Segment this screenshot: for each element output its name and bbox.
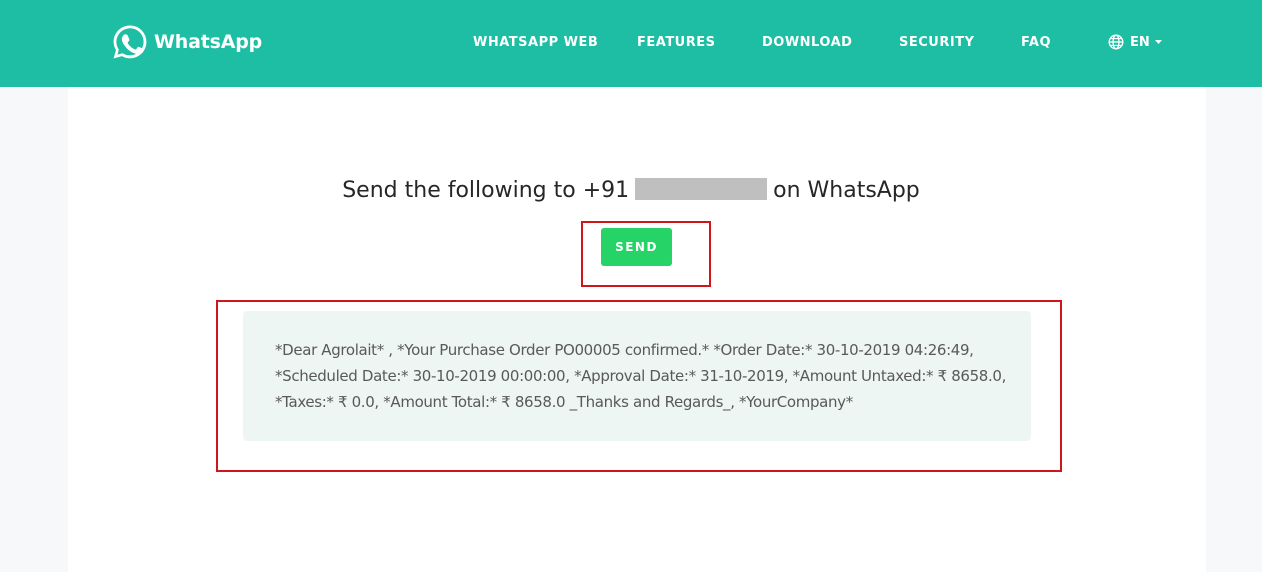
message-line: *Taxes:* ₹ 0.0, *Amount Total:* ₹ 8658.0… [275,393,853,411]
title-prefix: Send the following to +91 [342,178,630,203]
redacted-phone-number [635,178,768,200]
top-navbar: WhatsApp WHATSAPP WEB FEATURES DOWNLOAD … [0,0,1262,87]
title-suffix: on WhatsApp [773,178,920,203]
language-selector[interactable]: EN [1108,33,1162,51]
language-label: EN [1130,34,1150,50]
send-button[interactable]: SEND [601,228,672,266]
message-line: *Scheduled Date:* 30-10-2019 00:00:00, *… [275,367,1007,385]
nav-faq[interactable]: FAQ [1021,35,1051,51]
message-line: *Dear Agrolait* , *Your Purchase Order P… [275,341,974,359]
caret-down-icon [1154,40,1162,44]
whatsapp-logo-icon [113,25,147,59]
whatsapp-logo-link[interactable]: WhatsApp [111,23,262,61]
brand-name: WhatsApp [154,31,263,53]
nav-download[interactable]: DOWNLOAD [762,35,852,51]
nav-whatsapp-web[interactable]: WHATSAPP WEB [473,35,598,51]
nav-security[interactable]: SECURITY [899,35,974,51]
nav-features[interactable]: FEATURES [637,35,716,51]
globe-icon [1108,34,1124,50]
message-preview: *Dear Agrolait* , *Your Purchase Order P… [243,311,1031,441]
page-title: Send the following to +91 on WhatsApp [0,175,1262,207]
